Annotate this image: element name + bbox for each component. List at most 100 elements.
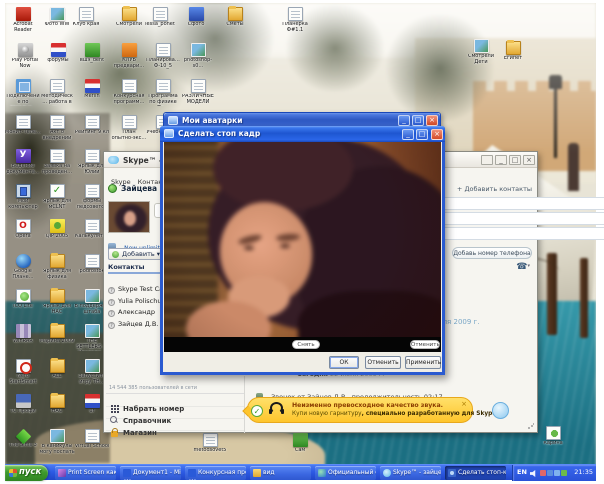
desktop-icon-folder[interactable]: Сметы bbox=[217, 7, 253, 28]
taskbar-button[interactable]: Официальный са... bbox=[315, 466, 376, 480]
desktop-icon-doc[interactable]: Планирова… Ф-10_5 bbox=[145, 43, 181, 70]
desktop-icon-blue[interactable]: Сфото bbox=[178, 7, 214, 28]
take-snapshot-button[interactable]: Снять bbox=[292, 340, 320, 349]
desktop-icon-globe[interactable]: Google Плане… bbox=[5, 254, 41, 281]
desktop-icon-sims[interactable]: The Sims 3 bbox=[5, 429, 41, 449]
desktop-icon-recycle[interactable]: Карина bbox=[535, 426, 571, 447]
taskbar-button[interactable]: Документ1 - Mic... bbox=[120, 466, 181, 480]
desktop-icon-doc[interactable]: Программа по физике Пе… bbox=[145, 79, 181, 106]
desktop-icon-red[interactable]: Acrobat Reader bbox=[5, 7, 41, 34]
start-button[interactable]: пуск bbox=[5, 465, 48, 481]
desktop-icon-folder[interactable]: Ярлык для физика bbox=[39, 254, 75, 281]
desktop-icon-label: Сфото bbox=[178, 22, 214, 28]
compact-view-icon[interactable] bbox=[481, 155, 493, 165]
icq-icon bbox=[16, 289, 31, 303]
taskbar-button[interactable]: Print Screen как ... bbox=[55, 466, 116, 480]
desktop-icon-folder[interactable]: Марина 2009 bbox=[39, 324, 75, 345]
desktop-icon-green[interactable]: Сам bbox=[282, 433, 318, 454]
close-button[interactable]: × bbox=[431, 129, 443, 140]
maximize-button[interactable]: □ bbox=[509, 155, 521, 165]
contact-name: Зайцев Д.В. bbox=[118, 320, 158, 328]
desktop-icon-folder[interactable]: Ярлык для НАС bbox=[39, 289, 75, 316]
phone-dropdown-icon[interactable]: ☎▾ bbox=[516, 262, 530, 272]
ok-button[interactable]: ОК bbox=[329, 356, 359, 369]
desktop-icon-doc[interactable]: План опытно-экс… bbox=[111, 115, 147, 142]
desktop-icon-doc[interactable]: Акт о внедрении bbox=[39, 115, 75, 142]
tab-contacts[interactable]: Контакты bbox=[108, 263, 163, 274]
tray-icon[interactable] bbox=[554, 470, 560, 476]
desktop-icon-doc[interactable]: Монит-Теле… bbox=[5, 115, 41, 136]
desktop-icon-doc[interactable]: lessa_pohet bbox=[142, 7, 178, 28]
bottom-menu-keypad[interactable]: Набрать номер bbox=[106, 395, 244, 407]
bottom-menu-bag[interactable]: Магазин bbox=[106, 419, 244, 431]
apply-button[interactable]: Применить bbox=[405, 356, 441, 369]
flag-icon bbox=[51, 43, 66, 57]
tray-icon[interactable] bbox=[547, 470, 553, 476]
maximize-button[interactable]: □ bbox=[412, 115, 424, 126]
desktop-icon-computer[interactable]: Мой компьютер bbox=[5, 184, 41, 211]
nero-icon bbox=[16, 359, 31, 373]
maximize-button[interactable]: □ bbox=[416, 129, 428, 140]
desktop-icon-folder[interactable]: НАС bbox=[39, 394, 75, 415]
folder-icon bbox=[50, 394, 65, 408]
desktop-icon-photo[interactable]: Смотрели Дети bbox=[463, 39, 499, 66]
desktop-icon-net[interactable]: Подключение по локальн… bbox=[5, 79, 41, 106]
taskbar-button[interactable]: Skype™ - зайцев... bbox=[380, 466, 441, 480]
desktop-icon-opera[interactable]: Opera bbox=[5, 219, 41, 240]
desktop-icon-check[interactable]: Ярлык для мCLNT bbox=[39, 184, 75, 211]
desktop-icon-doc[interactable]: Заявка на проведен… bbox=[39, 149, 75, 176]
video-toolbar: Снять Отменить bbox=[164, 337, 441, 352]
desktop-icon-dish[interactable]: Play Portal Now bbox=[7, 43, 43, 70]
desktop-icon-doc[interactable]: Клуб края bbox=[68, 7, 104, 28]
desktop-icon-flag[interactable]: форумы bbox=[40, 43, 76, 64]
doc-icon bbox=[50, 149, 65, 163]
desktop-icon-photo[interactable]: В каникулы могу поспать bbox=[39, 429, 75, 456]
desktop-icon-flag[interactable]: Merlin bbox=[74, 79, 110, 100]
desktop-icon-folder[interactable]: ALL bbox=[39, 359, 75, 380]
desktop-icon-doc[interactable]: Методическ… работа в ш… bbox=[39, 79, 75, 106]
clock[interactable]: 21:35 bbox=[574, 468, 593, 476]
close-icon[interactable]: × bbox=[461, 400, 467, 408]
desktop-icon-rar[interactable]: WinRAR bbox=[5, 324, 41, 345]
desktop-icon-doc[interactable]: РАЗЛИЧНЫЕ МОДЕЛИ bbox=[180, 79, 216, 106]
desktop-icon-label: вшэ_dent bbox=[74, 58, 110, 64]
call-quality-button[interactable] bbox=[492, 402, 509, 419]
desktop-icon-photo[interactable]: photoshop-s0… bbox=[180, 43, 216, 70]
desktop-icon-upurple[interactable]: Ведение документа… bbox=[5, 149, 41, 176]
desktop-icon-folder[interactable]: Египет bbox=[495, 41, 531, 62]
desktop-icon-label: Google Плане… bbox=[5, 269, 41, 281]
taskbar-button[interactable]: Конкурсная прог... bbox=[185, 466, 246, 480]
minimize-button[interactable]: _ bbox=[495, 155, 507, 165]
desktop-icon-nero[interactable]: Nero StartSmart bbox=[5, 359, 41, 386]
tray-icon[interactable] bbox=[540, 470, 546, 476]
desktop-icon-doc[interactable]: Планерка Ф#1.1 bbox=[277, 7, 313, 34]
desktop-icon-green[interactable]: вшэ_dent bbox=[74, 43, 110, 64]
desktop-icon-doc[interactable]: Рейтинг 9 кл bbox=[74, 115, 110, 136]
user-avatar[interactable] bbox=[108, 201, 150, 233]
desktop-icon-orange[interactable]: КЛУБ предвари… bbox=[111, 43, 147, 70]
cancel-overlay-button[interactable]: Отменить bbox=[410, 340, 440, 349]
webcam-video bbox=[164, 142, 441, 337]
taskbar-button[interactable]: Сделать стоп-кадр bbox=[445, 466, 506, 480]
minimize-button[interactable]: _ bbox=[402, 129, 414, 140]
add-contacts-link[interactable]: + Добавить контакты bbox=[457, 185, 532, 193]
volume-icon[interactable] bbox=[530, 470, 537, 477]
minimize-button[interactable]: _ bbox=[398, 115, 410, 126]
desktop-icon-doc[interactable]: metodsovet5 bbox=[192, 433, 228, 454]
upurple-icon bbox=[16, 149, 31, 163]
cancel-button[interactable]: Отменить bbox=[365, 356, 401, 369]
snapshot-titlebar[interactable]: Сделать стоп кадр _ □ × bbox=[160, 126, 445, 142]
tray-icon[interactable] bbox=[561, 470, 567, 476]
add-phone-button[interactable]: Добавь номер телефона bbox=[452, 247, 532, 259]
snapshot-dialog: Сделать стоп кадр _ □ × bbox=[160, 126, 445, 375]
desktop-icon-tc[interactable]: TC Профи bbox=[5, 394, 41, 415]
taskbar-button[interactable]: вид bbox=[250, 466, 311, 480]
language-indicator[interactable]: EN bbox=[517, 468, 527, 476]
close-button[interactable]: × bbox=[523, 155, 535, 165]
close-button[interactable]: × bbox=[426, 115, 438, 126]
desktop-icon-qip[interactable]: QIP 2005 bbox=[39, 219, 75, 240]
desktop-icon-icq[interactable]: ICQ Lite bbox=[5, 289, 41, 310]
resize-grip[interactable] bbox=[528, 423, 534, 429]
desktop-icon-doc[interactable]: Конкурсная программ… bbox=[111, 79, 147, 106]
headset-promo-banner[interactable]: ✓ Неизменно превосходное качество звука.… bbox=[247, 397, 473, 423]
